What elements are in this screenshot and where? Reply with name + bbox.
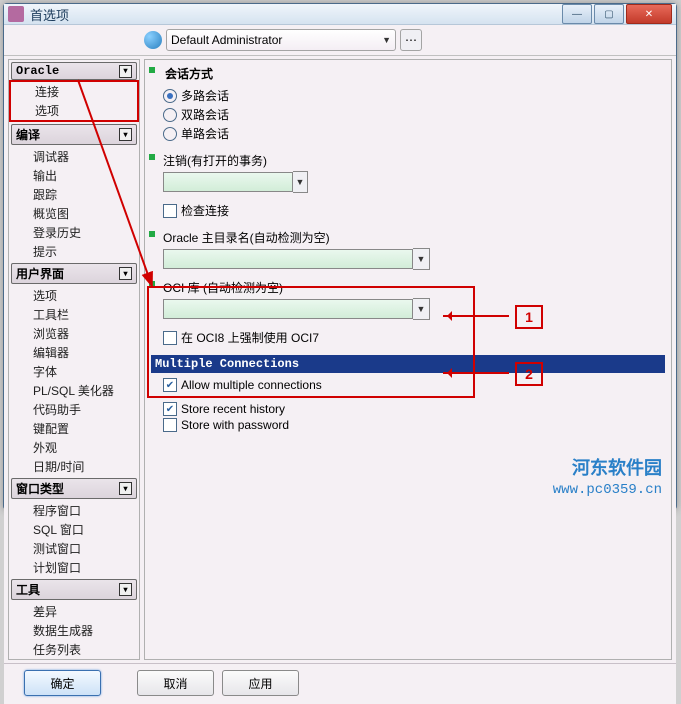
arrow-2 — [443, 372, 509, 374]
cancel-button[interactable]: 取消 — [137, 670, 214, 696]
chevron-down-icon: ▼ — [417, 254, 426, 264]
radio-icon — [163, 108, 177, 122]
titlebar: 首选项 — ▢ ✕ — [4, 4, 676, 25]
session-mode-title: 会话方式 — [159, 63, 665, 86]
sidebar-item[interactable]: 外观 — [9, 438, 139, 457]
oci-lib-dropdown[interactable]: ▼ — [163, 298, 665, 320]
sidebar-item[interactable]: PL/SQL 美化器 — [9, 381, 139, 400]
checkbox-icon: ✔ — [163, 402, 177, 416]
sidebar-item[interactable]: 差异 — [9, 602, 139, 621]
force-oci7[interactable]: 在 OCI8 上强制使用 OCI7 — [159, 328, 665, 347]
sidebar-item[interactable]: 调试器 — [9, 147, 139, 166]
radio-icon — [163, 89, 177, 103]
collapse-icon[interactable]: ▾ — [119, 128, 132, 141]
oracle-home-dropdown[interactable]: ▼ — [163, 248, 665, 270]
sidebar-group-ui[interactable]: 用户界面 ▾ — [11, 263, 137, 284]
callout-1: 1 — [515, 305, 543, 329]
content-panel: 会话方式 多路会话 双路会话 单路会话 注销(有打开的事务) — [144, 59, 672, 660]
sidebar-item[interactable]: 浏览器 — [9, 324, 139, 343]
logoff-label: 注销(有打开的事务) — [159, 151, 665, 171]
maximize-button[interactable]: ▢ — [594, 4, 624, 24]
chevron-down-icon: ▼ — [417, 304, 426, 314]
sidebar-item[interactable]: 测试窗口 — [9, 539, 139, 558]
admin-toolbar: Default Administrator ▼ ⋯ — [4, 25, 676, 56]
highlight-box-sidebar: 连接 选项 — [9, 80, 139, 122]
sidebar-item[interactable]: 提示 — [9, 242, 139, 261]
ok-button[interactable]: 确定 — [24, 670, 101, 696]
collapse-icon[interactable]: ▾ — [119, 267, 132, 280]
radio-icon — [163, 127, 177, 141]
radio-single-session[interactable]: 单路会话 — [159, 124, 665, 143]
collapse-icon[interactable]: ▾ — [119, 583, 132, 596]
radio-dual-session[interactable]: 双路会话 — [159, 105, 665, 124]
sidebar-item[interactable]: 任务列表 — [9, 640, 139, 659]
sidebar-item[interactable]: 登录历史 — [9, 223, 139, 242]
chevron-down-icon: ▼ — [382, 35, 391, 45]
preferences-window: 首选项 — ▢ ✕ Default Administrator ▼ ⋯ Orac… — [3, 3, 677, 510]
radio-multi-session[interactable]: 多路会话 — [159, 86, 665, 105]
app-icon — [8, 6, 24, 22]
sidebar-item[interactable]: 选项 — [9, 286, 139, 305]
check-connection[interactable]: 检查连接 — [159, 201, 665, 220]
oracle-home-label: Oracle 主目录名(自动检测为空) — [159, 228, 665, 248]
multiple-connections-header: Multiple Connections — [151, 355, 665, 373]
category-sidebar: Oracle ▾ 连接 选项 编译 ▾ 调试器 输出 跟踪 概览图 登录历史 提… — [8, 59, 140, 660]
store-recent-history[interactable]: ✔ Store recent history — [159, 401, 665, 417]
apply-button[interactable]: 应用 — [222, 670, 299, 696]
globe-icon — [144, 31, 162, 49]
chevron-down-icon: ▼ — [296, 177, 305, 187]
close-button[interactable]: ✕ — [626, 4, 672, 24]
sidebar-group-oracle[interactable]: Oracle ▾ — [11, 62, 137, 80]
sidebar-item[interactable]: 编辑器 — [9, 343, 139, 362]
admin-combo[interactable]: Default Administrator ▼ — [166, 29, 396, 51]
logoff-dropdown[interactable]: ▼ — [163, 171, 665, 193]
sidebar-item[interactable]: 工具栏 — [9, 305, 139, 324]
sidebar-item[interactable]: 程序窗口 — [9, 501, 139, 520]
store-with-password[interactable]: Store with password — [159, 417, 665, 433]
sidebar-item[interactable]: 字体 — [9, 362, 139, 381]
sidebar-item[interactable]: SQL 窗口 — [9, 520, 139, 539]
sidebar-item[interactable]: 数据生成器 — [9, 621, 139, 640]
oci-lib-label: OCI 库 (自动检测为空) — [159, 278, 665, 298]
footer: 确定 取消 应用 — [4, 663, 676, 704]
allow-multiple-connections[interactable]: ✔ Allow multiple connections — [159, 377, 665, 393]
sidebar-item[interactable]: 键配置 — [9, 419, 139, 438]
sidebar-item-connection[interactable]: 连接 — [11, 82, 137, 101]
sidebar-group-tools[interactable]: 工具 ▾ — [11, 579, 137, 600]
checkbox-icon: ✔ — [163, 378, 177, 392]
sidebar-item[interactable]: 跟踪 — [9, 185, 139, 204]
admin-combo-value: Default Administrator — [171, 33, 282, 47]
checkbox-icon — [163, 204, 177, 218]
sidebar-item-options[interactable]: 选项 — [11, 101, 137, 120]
checkbox-icon — [163, 418, 177, 432]
collapse-icon[interactable]: ▾ — [119, 65, 132, 78]
window-title: 首选项 — [30, 5, 562, 24]
sidebar-group-windows[interactable]: 窗口类型 ▾ — [11, 478, 137, 499]
callout-2: 2 — [515, 362, 543, 386]
sidebar-item[interactable]: 代码助手 — [9, 400, 139, 419]
minimize-button[interactable]: — — [562, 4, 592, 24]
watermark: 河东软件园 www.pc0359.cn — [553, 457, 662, 499]
sidebar-item[interactable]: 输出 — [9, 166, 139, 185]
admin-more-button[interactable]: ⋯ — [400, 29, 422, 51]
sidebar-item[interactable]: 计划窗口 — [9, 558, 139, 577]
sidebar-item[interactable]: 日期/时间 — [9, 457, 139, 476]
collapse-icon[interactable]: ▾ — [119, 482, 132, 495]
sidebar-item[interactable]: 概览图 — [9, 204, 139, 223]
checkbox-icon — [163, 331, 177, 345]
sidebar-group-compile[interactable]: 编译 ▾ — [11, 124, 137, 145]
arrow-1 — [443, 315, 509, 317]
